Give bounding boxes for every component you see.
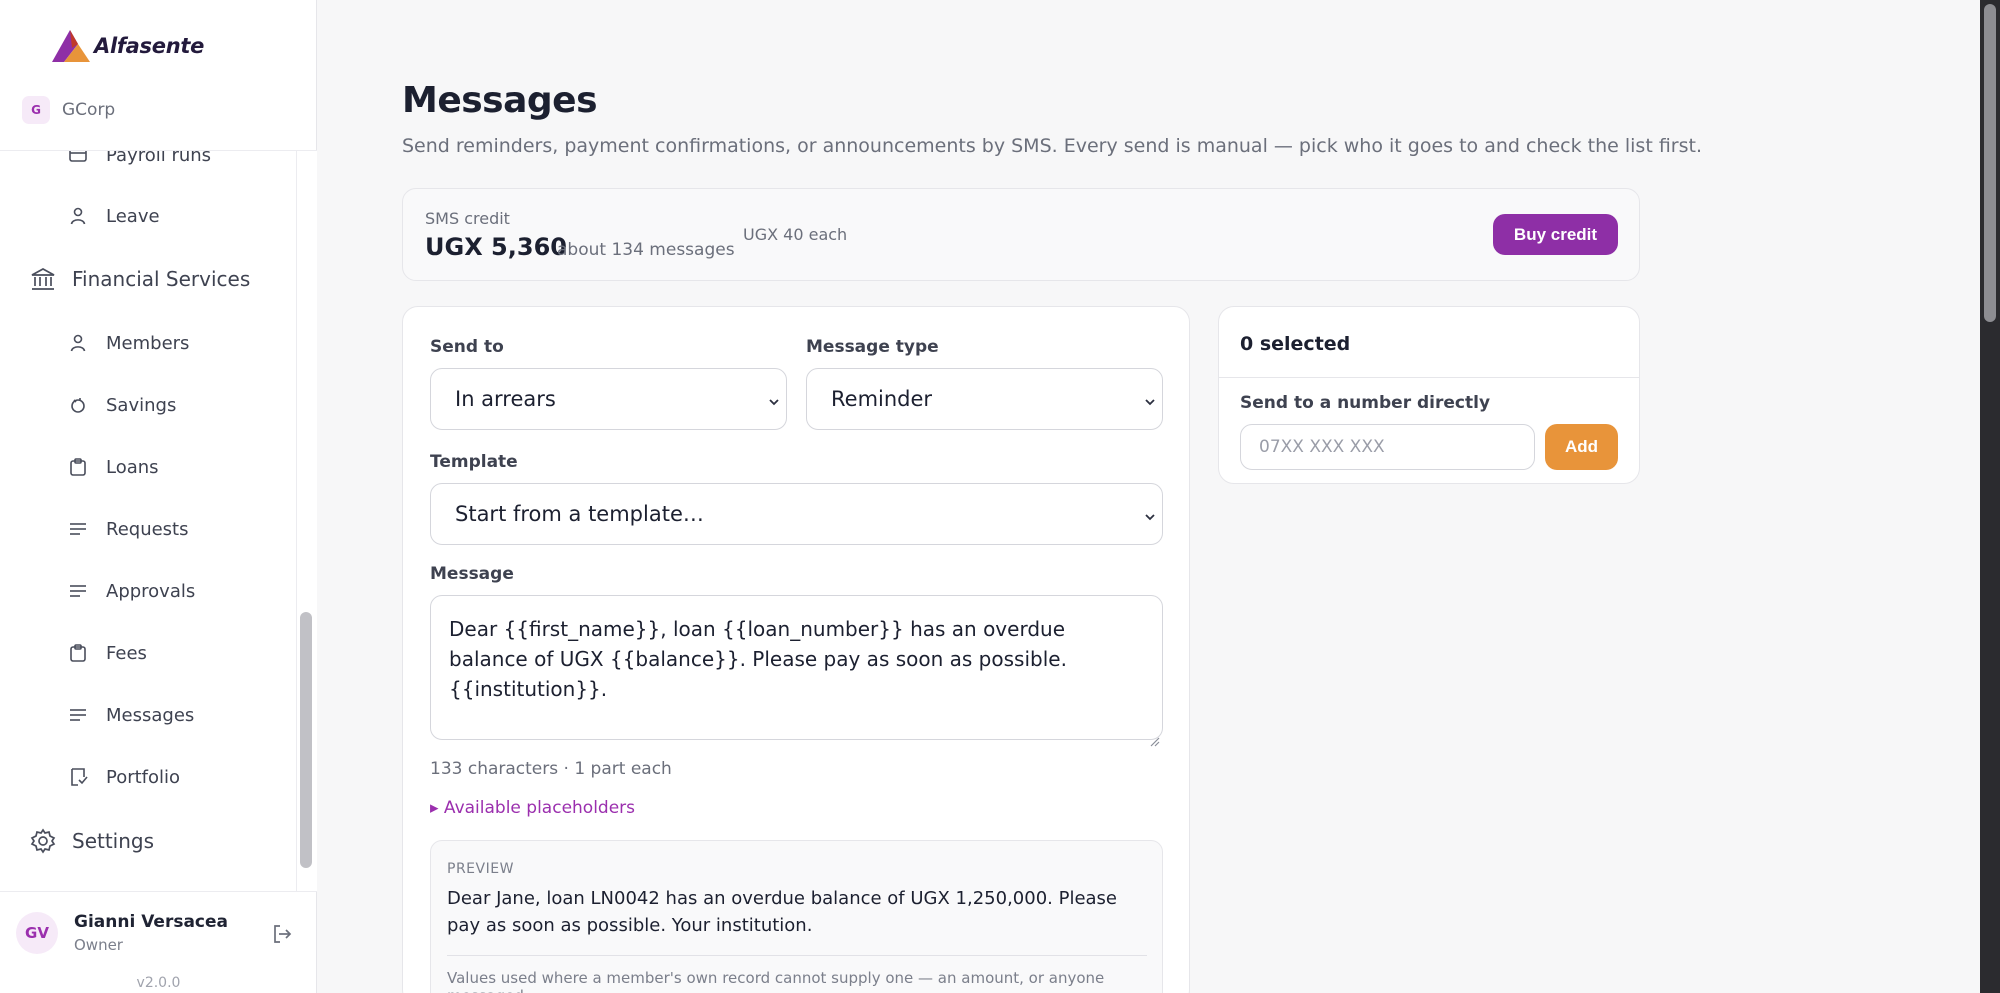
send-to-value: In arrears: [455, 387, 556, 411]
brand-logo-icon: [50, 28, 92, 64]
chevron-down-icon: [1142, 391, 1158, 407]
message-type-label: Message type: [806, 337, 939, 357]
portfolio-icon: [68, 767, 88, 787]
chevron-down-icon: [1142, 506, 1158, 522]
preview-note: Values used where a member's own record …: [447, 969, 1105, 993]
recipients-divider: [1219, 377, 1639, 378]
sidebar-item-label: Members: [106, 332, 190, 354]
sidebar-item-loans[interactable]: Loans: [0, 445, 296, 489]
sidebar-item-members[interactable]: Members: [0, 321, 296, 365]
user-profile[interactable]: GV Gianni Versacea Owner: [16, 912, 228, 954]
sidebar-item-approvals[interactable]: Approvals: [0, 569, 296, 613]
template-label: Template: [430, 452, 518, 472]
sidebar-item-label: Settings: [72, 829, 155, 853]
clipboard-icon: [68, 643, 88, 663]
sidebar-item-label: Loans: [106, 456, 159, 478]
sidebar-item-label: Payroll runs: [106, 151, 212, 166]
sidebar: Alfasente G GCorp Payroll runs Leave Fin…: [0, 0, 317, 993]
sidebar-item-requests[interactable]: Requests: [0, 507, 296, 551]
piggy-bank-icon: [68, 395, 88, 415]
clipboard-icon: [68, 457, 88, 477]
preview-text: Dear Jane, loan LN0042 has an overdue ba…: [447, 888, 1117, 936]
sidebar-item-label: Portfolio: [106, 766, 181, 788]
sidebar-item-fees[interactable]: Fees: [0, 631, 296, 675]
sidebar-item-label: Financial Services: [72, 267, 251, 291]
sms-credit-card: SMS credit UGX 5,360 about 134 messages …: [402, 188, 1640, 281]
credit-rate: UGX 40 each: [743, 225, 848, 244]
selected-count: 0 selected: [1240, 333, 1351, 355]
list-icon: [68, 581, 88, 601]
sidebar-nav: Payroll runs Leave Financial Services Me…: [0, 151, 296, 891]
resize-grip-icon[interactable]: [1148, 725, 1160, 747]
list-icon: [68, 519, 88, 539]
credit-amount: UGX 5,360: [425, 233, 567, 261]
gear-icon: [30, 828, 56, 854]
sidebar-item-label: Approvals: [106, 580, 196, 602]
sidebar-item-savings[interactable]: Savings: [0, 383, 296, 427]
recipients-card: 0 selected Send to a number directly Add: [1218, 306, 1640, 484]
preview-label: PREVIEW: [447, 861, 514, 877]
preview-divider: [447, 955, 1147, 956]
available-placeholders-toggle[interactable]: ▸ Available placeholders: [430, 798, 635, 818]
add-number-button[interactable]: Add: [1545, 424, 1618, 470]
sidebar-scrollbar-thumb[interactable]: [300, 612, 312, 868]
sidebar-item-portfolio[interactable]: Portfolio: [0, 755, 296, 799]
sidebar-item-label: Requests: [106, 518, 189, 540]
sidebar-item-label: Fees: [106, 642, 147, 664]
sidebar-item-settings[interactable]: Settings: [0, 819, 296, 863]
card-icon: [68, 151, 88, 165]
buy-credit-button[interactable]: Buy credit: [1493, 214, 1618, 255]
user-name: Gianni Versacea: [74, 912, 229, 932]
template-select[interactable]: Start from a template…: [430, 483, 1163, 545]
character-count: 133 characters · 1 part each: [430, 759, 672, 779]
org-name: GCorp: [62, 100, 116, 120]
page-subtitle: Send reminders, payment confirmations, o…: [402, 135, 1702, 157]
chevron-down-icon: [766, 391, 782, 407]
page-scrollbar-thumb[interactable]: [1984, 4, 1996, 322]
message-type-select[interactable]: Reminder: [806, 368, 1163, 430]
phone-number-input[interactable]: [1240, 424, 1535, 470]
person-icon: [68, 206, 88, 226]
brand-name: Alfasente: [94, 34, 205, 58]
org-switcher[interactable]: G GCorp: [22, 96, 115, 124]
page-title: Messages: [402, 80, 598, 121]
message-text: Dear {{first_name}}, loan {{loan_number}…: [449, 617, 1067, 701]
sidebar-item-label: Savings: [106, 394, 177, 416]
sidebar-item-label: Messages: [106, 704, 195, 726]
message-type-value: Reminder: [831, 387, 933, 411]
credit-approx-messages: about 134 messages: [557, 240, 735, 260]
brand[interactable]: Alfasente: [50, 28, 204, 64]
user-role: Owner: [74, 936, 123, 954]
avatar: GV: [16, 912, 58, 954]
sidebar-divider: [0, 891, 317, 892]
sidebar-item-payroll-runs[interactable]: Payroll runs: [0, 151, 296, 177]
org-badge: G: [22, 96, 50, 124]
logout-icon[interactable]: [270, 922, 294, 946]
app-version: v2.0.0: [136, 975, 181, 991]
person-icon: [68, 333, 88, 353]
sidebar-item-label: Leave: [106, 205, 160, 227]
message-label: Message: [430, 564, 514, 584]
direct-number-label: Send to a number directly: [1240, 393, 1491, 413]
send-to-select[interactable]: In arrears: [430, 368, 787, 430]
sidebar-item-financial-services[interactable]: Financial Services: [0, 257, 296, 301]
message-preview: PREVIEW Dear Jane, loan LN0042 has an ov…: [430, 840, 1163, 993]
list-icon: [68, 705, 88, 725]
bank-icon: [30, 266, 56, 292]
credit-label: SMS credit: [425, 209, 510, 228]
sidebar-item-messages[interactable]: Messages: [0, 693, 296, 737]
message-textarea[interactable]: Dear {{first_name}}, loan {{loan_number}…: [430, 595, 1163, 747]
template-value: Start from a template…: [455, 502, 704, 526]
send-to-label: Send to: [430, 337, 504, 357]
sidebar-item-leave[interactable]: Leave: [0, 194, 296, 238]
compose-form: Send to In arrears Message type Reminder…: [402, 306, 1190, 993]
